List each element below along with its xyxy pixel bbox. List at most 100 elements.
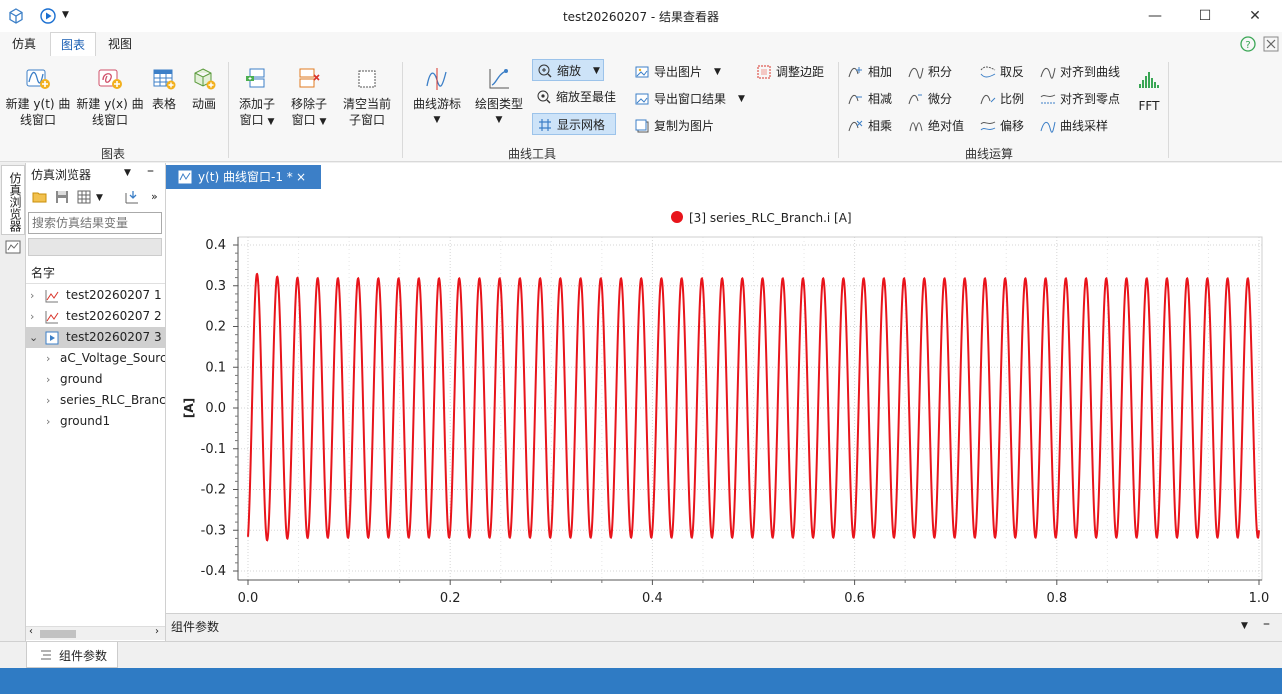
tree-item-component[interactable]: › series_RLC_Branch <box>26 390 165 411</box>
tab-simulation[interactable]: 仿真 <box>2 32 46 56</box>
params-panel-title: 组件参数 <box>171 620 220 634</box>
export-window-button[interactable]: 导出窗口结果 ▼ <box>630 88 750 110</box>
subtract-curves-button[interactable]: 相减 <box>844 88 900 110</box>
tab-component-params[interactable]: 组件参数 <box>26 642 118 668</box>
close-button[interactable]: ✕ <box>1232 0 1278 32</box>
new-yt-window-button[interactable]: 新建 y(t) 曲 线窗口 <box>2 66 74 128</box>
minimize-button[interactable]: — <box>1132 0 1178 32</box>
expand-chevron-icon[interactable]: › <box>46 348 50 369</box>
adjust-margin-button[interactable]: 调整边距 <box>752 61 832 83</box>
export-window-label: 导出窗口结果 <box>654 92 727 106</box>
derivative-button[interactable]: 微分 <box>904 88 960 110</box>
align-to-curve-button[interactable]: 对齐到曲线 <box>1036 61 1132 83</box>
ribbon-separator <box>1168 62 1169 158</box>
close-document-icon[interactable] <box>1263 36 1279 52</box>
table-button[interactable]: 表格 <box>146 66 182 112</box>
save-icon[interactable] <box>54 189 70 205</box>
scale-icon <box>980 94 996 105</box>
table-export-icon[interactable] <box>76 189 92 205</box>
zoom-dropdown-icon[interactable]: ▼ <box>593 60 600 82</box>
add-subwindow-button[interactable]: 添加子 窗口 ▼ <box>232 66 282 130</box>
maximize-button[interactable]: ☐ <box>1182 0 1228 32</box>
plot-type-button[interactable]: 绘图类型 ▼ <box>470 66 528 128</box>
tree-item-label: test20260207 1 <box>66 288 162 302</box>
scale-button[interactable]: 比例 <box>976 88 1032 110</box>
open-folder-icon[interactable] <box>32 189 48 205</box>
table-label: 表格 <box>151 97 176 111</box>
expand-chevron-icon[interactable]: › <box>30 285 34 306</box>
offset-button[interactable]: 偏移 <box>976 115 1032 137</box>
fft-button[interactable]: FFT <box>1134 68 1164 114</box>
zoom-button[interactable]: 缩放 ▼ <box>532 59 604 81</box>
table-export-dropdown-icon[interactable]: ▼ <box>96 193 103 203</box>
expand-chevron-icon[interactable]: › <box>46 390 50 411</box>
tab-view[interactable]: 视图 <box>98 32 142 56</box>
params-dropdown-icon[interactable]: ▼ <box>1241 621 1248 631</box>
integral-button[interactable]: 积分 <box>904 61 960 83</box>
export-window-dropdown-icon[interactable]: ▼ <box>738 88 745 110</box>
more-tools-icon[interactable]: » <box>151 190 158 203</box>
zoom-best-button[interactable]: 缩放至最佳 <box>532 86 624 108</box>
x-tick-label: 0.2 <box>440 591 461 606</box>
tree-item-component[interactable]: › ground <box>26 369 165 390</box>
params-minimize-icon[interactable]: – <box>1263 616 1270 632</box>
remove-subwindow-button[interactable]: 移除子 窗口 ▼ <box>284 66 334 130</box>
export-image-button[interactable]: 导出图片 ▼ <box>630 61 726 83</box>
expand-chevron-icon[interactable]: › <box>46 369 50 390</box>
y-tick-label: 0.0 <box>205 401 226 416</box>
column-header-name[interactable]: 名字 <box>31 264 55 281</box>
add-subwindow-icon <box>246 68 265 88</box>
x-tick-label: 0.8 <box>1046 591 1067 606</box>
export-image-dropdown-icon[interactable]: ▼ <box>714 61 721 83</box>
legend-label: [3] series_RLC_Branch.i [A] <box>689 211 852 225</box>
curve-sample-button[interactable]: 曲线采样 <box>1036 115 1120 137</box>
chart-svg[interactable]: 0.4 0.3 0.2 0.1 0.0 -0.1 -0.2 -0.3 -0.4 0.0 0.2 0.4… <box>166 163 1282 613</box>
expand-chevron-icon[interactable]: › <box>46 411 50 432</box>
absolute-value-icon <box>909 122 923 132</box>
scrollbar-thumb[interactable] <box>40 630 76 638</box>
tree-item-component[interactable]: › aC_Voltage_Source <box>26 348 165 369</box>
animation-button[interactable]: 动画 <box>184 66 224 112</box>
offset-label: 偏移 <box>1000 119 1025 133</box>
expand-chevron-icon[interactable]: › <box>30 306 34 327</box>
zoom-best-label: 缩放至最佳 <box>556 90 617 104</box>
align-to-zero-button[interactable]: 对齐到零点 <box>1036 88 1132 110</box>
copy-image-button[interactable]: 复制为图片 <box>630 115 720 137</box>
scroll-right-icon[interactable]: › <box>155 626 159 637</box>
add-curves-button[interactable]: 相加 <box>844 61 900 83</box>
tree-item-result-3[interactable]: ⌄ test20260207 3 <box>26 327 165 348</box>
tree-item-component[interactable]: › ground1 <box>26 411 165 432</box>
clear-subwindow-label-2: 子窗口 <box>348 113 385 127</box>
multiply-curves-button[interactable]: 相乘 <box>844 115 900 137</box>
filter-bar[interactable] <box>28 238 162 256</box>
animation-cube-icon <box>194 68 216 90</box>
tab-close-icon[interactable]: × <box>296 165 306 189</box>
negate-button[interactable]: 取反 <box>976 61 1032 83</box>
new-yt-label-1: 新建 y(t) 曲 <box>5 97 71 111</box>
search-variables-input[interactable] <box>28 212 162 234</box>
new-yx-window-button[interactable]: 新建 y(x) 曲 线窗口 <box>74 66 146 128</box>
browser-minimize-icon[interactable]: – <box>147 163 154 179</box>
import-result-icon[interactable] <box>124 189 140 205</box>
add-curves-label: 相加 <box>868 65 893 79</box>
absolute-value-button[interactable]: 绝对值 <box>904 115 974 137</box>
horizontal-scrollbar[interactable]: ‹ › <box>26 626 165 640</box>
integral-icon <box>908 67 924 79</box>
chart-dock-icon[interactable] <box>5 239 21 255</box>
ribbon-separator <box>402 62 403 158</box>
curve-cursor-button[interactable]: 曲线游标 ▼ <box>408 66 466 128</box>
collapse-chevron-icon[interactable]: ⌄ <box>29 327 38 348</box>
browser-menu-dropdown-icon[interactable]: ▼ <box>124 168 131 178</box>
clear-subwindow-button[interactable]: 清空当前 子窗口 <box>338 66 396 128</box>
help-icon[interactable]: ? <box>1240 36 1256 52</box>
tree-item-result-1[interactable]: › test20260207 1 <box>26 285 165 306</box>
tab-yt-curve-window[interactable]: y(t) 曲线窗口-1 * × <box>166 165 321 189</box>
derivative-label: 微分 <box>928 92 953 106</box>
tree-item-result-2[interactable]: › test20260207 2 <box>26 306 165 327</box>
copy-image-icon <box>635 119 649 133</box>
tab-chart[interactable]: 图表 <box>50 32 96 56</box>
show-grid-button[interactable]: 显示网格 <box>532 113 616 135</box>
new-yx-curve-icon <box>98 69 122 89</box>
scroll-left-icon[interactable]: ‹ <box>29 626 33 637</box>
browser-dock-tab[interactable]: 仿真浏览器 <box>1 165 25 235</box>
